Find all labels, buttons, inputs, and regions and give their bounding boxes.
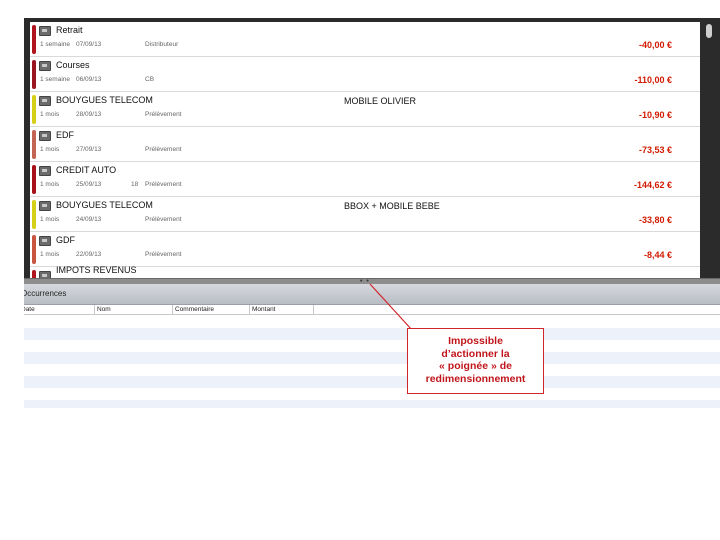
annotation-callout: Impossible d’actionner la « poignée » de… xyxy=(407,328,544,394)
callout-line: Impossible xyxy=(448,335,503,347)
callout-leader-line xyxy=(369,283,413,331)
callout-line: redimensionnement xyxy=(425,372,526,385)
callout-line: « poignée » de xyxy=(439,360,512,372)
callout-line: d’actionner la xyxy=(441,347,510,360)
